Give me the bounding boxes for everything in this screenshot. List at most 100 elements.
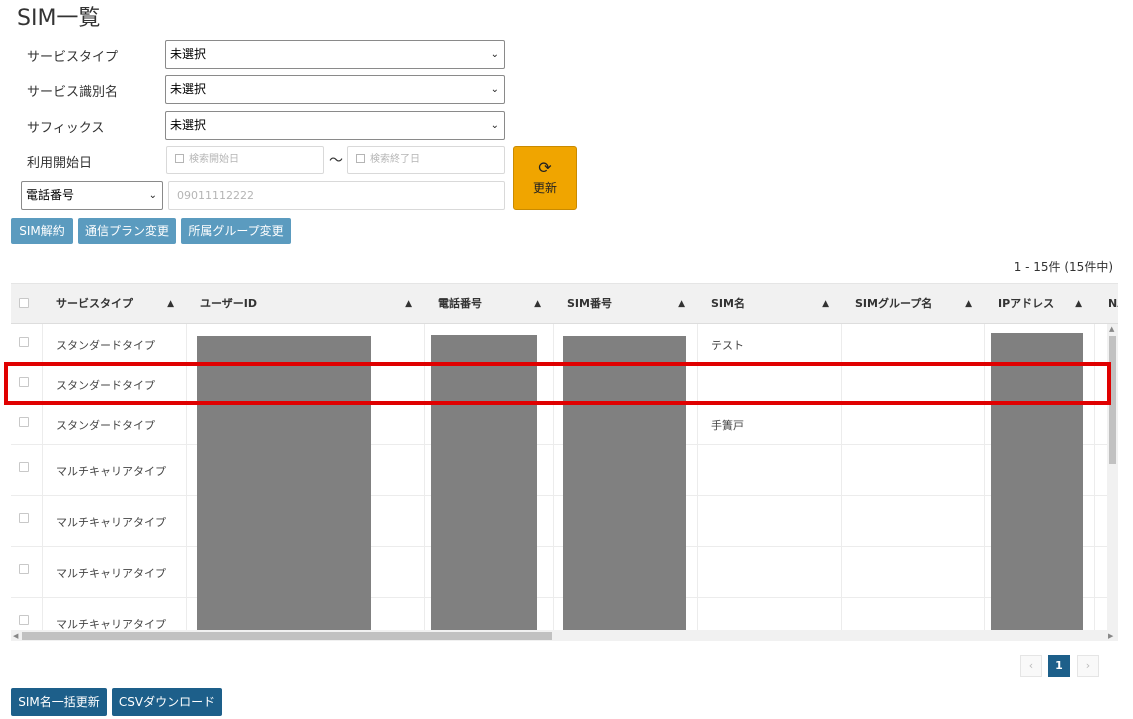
service-id-name-select[interactable]: 未選択 ⌄: [165, 75, 505, 104]
row-checkbox[interactable]: [19, 337, 29, 347]
row-checkbox[interactable]: [19, 462, 29, 472]
table-row[interactable]: マルチキャリアタイプ: [11, 547, 1108, 598]
column-header-label: ユーザーID: [200, 297, 258, 310]
sim-table: サービスタイプ ▲ ユーザーID ▲ 電話番号 ▲ SIM番号 ▲ SIM名 ▲…: [11, 283, 1118, 641]
calendar-icon: [356, 154, 365, 163]
bulk-rename-button[interactable]: SIM名一括更新: [11, 688, 107, 716]
start-date-label: 利用開始日: [27, 156, 93, 171]
date-range-separator: ～: [329, 153, 343, 169]
table-header: サービスタイプ ▲ ユーザーID ▲ 電話番号 ▲ SIM番号 ▲ SIM名 ▲…: [11, 284, 1118, 324]
redacted-phone: [431, 335, 537, 630]
search-field-select[interactable]: 電話番号 ⌄: [21, 181, 163, 210]
column-divider: [1094, 324, 1095, 641]
suffix-value: 未選択: [170, 118, 207, 132]
service-id-name-label: サービス識別名: [27, 85, 119, 100]
sort-asc-icon: ▲: [822, 299, 829, 309]
column-header-sim-group[interactable]: SIMグループ名 ▲: [841, 284, 984, 324]
column-header-phone[interactable]: 電話番号 ▲: [424, 284, 553, 324]
calendar-icon: [175, 154, 184, 163]
row-checkbox[interactable]: [19, 377, 29, 387]
column-header-label: SIMグループ名: [855, 297, 933, 310]
select-all-checkbox[interactable]: [19, 298, 29, 308]
table-row[interactable]: スタンダードタイプ テスト: [11, 324, 1108, 364]
column-header-label: SIM番号: [567, 297, 612, 310]
row-checkbox[interactable]: [19, 417, 29, 427]
next-page-button[interactable]: ›: [1077, 655, 1099, 677]
column-header-service-type[interactable]: サービスタイプ ▲: [42, 284, 186, 324]
table-row[interactable]: マルチキャリアタイプ: [11, 496, 1108, 547]
service-type-cell: スタンダードタイプ: [56, 419, 155, 432]
start-date-from-input[interactable]: 検索開始日: [166, 146, 324, 174]
column-header-label: NA: [1108, 297, 1118, 310]
suffix-select[interactable]: 未選択 ⌄: [165, 111, 505, 140]
scroll-left-icon[interactable]: ◀: [13, 632, 18, 640]
chevron-down-icon: ⌄: [148, 190, 157, 201]
sort-asc-icon: ▲: [965, 299, 972, 309]
redacted-ip-address: [991, 333, 1083, 630]
column-divider: [424, 324, 425, 641]
table-row[interactable]: スタンダードタイプ: [11, 364, 1108, 404]
service-type-label: サービスタイプ: [27, 50, 119, 65]
chevron-down-icon: ⌄: [490, 49, 499, 60]
column-header-label: サービスタイプ: [56, 297, 133, 310]
phone-search-input[interactable]: 09011112222: [168, 181, 505, 210]
table-row[interactable]: マルチキャリアタイプ: [11, 445, 1108, 496]
csv-download-button[interactable]: CSVダウンロード: [112, 688, 222, 716]
sort-asc-icon: ▲: [167, 299, 174, 309]
service-type-cell: マルチキャリアタイプ: [56, 567, 166, 580]
search-field-value: 電話番号: [26, 188, 75, 202]
redacted-user-id: [197, 336, 371, 630]
column-divider: [697, 324, 698, 641]
group-change-button[interactable]: 所属グループ変更: [181, 218, 291, 244]
sort-asc-icon: ▲: [405, 299, 412, 309]
refresh-button[interactable]: ⟳ 更新: [513, 146, 577, 210]
row-checkbox[interactable]: [19, 615, 29, 625]
refresh-icon: ⟳: [538, 158, 552, 177]
row-checkbox[interactable]: [19, 513, 29, 523]
chevron-down-icon: ⌄: [490, 84, 499, 95]
horizontal-scroll-thumb[interactable]: [22, 632, 552, 640]
service-type-cell: マルチキャリアタイプ: [56, 516, 166, 529]
service-type-cell: マルチキャリアタイプ: [56, 465, 166, 478]
prev-page-button[interactable]: ‹: [1020, 655, 1042, 677]
sort-asc-icon: ▲: [534, 299, 541, 309]
table-row[interactable]: スタンダードタイプ 手簀戸: [11, 404, 1108, 445]
service-id-name-value: 未選択: [170, 82, 207, 96]
chevron-down-icon: ⌄: [490, 120, 499, 131]
scroll-right-icon[interactable]: ▶: [1108, 632, 1113, 640]
refresh-label: 更新: [532, 181, 557, 195]
column-header-label: SIM名: [711, 297, 745, 310]
column-header-user-id[interactable]: ユーザーID ▲: [186, 284, 424, 324]
start-date-from-placeholder: 検索開始日: [189, 154, 239, 165]
column-divider: [553, 324, 554, 641]
scroll-up-icon[interactable]: ▲: [1109, 325, 1114, 333]
sort-asc-icon: ▲: [1075, 299, 1082, 309]
column-header-sim-name[interactable]: SIM名 ▲: [697, 284, 841, 324]
column-header-truncated[interactable]: NA: [1094, 284, 1118, 324]
service-type-select[interactable]: 未選択 ⌄: [165, 40, 505, 69]
vertical-scrollbar[interactable]: ▲: [1107, 324, 1118, 630]
result-count: 1 - 15件 (15件中): [1013, 260, 1113, 274]
column-divider: [186, 324, 187, 641]
horizontal-scrollbar[interactable]: ◀ ▶: [11, 630, 1118, 641]
column-divider: [841, 324, 842, 641]
column-header-ip-address[interactable]: IPアドレス ▲: [984, 284, 1094, 324]
page-title: SIM一覧: [17, 6, 101, 31]
current-page-button[interactable]: 1: [1048, 655, 1070, 677]
sim-cancel-button[interactable]: SIM解約: [11, 218, 73, 244]
start-date-to-placeholder: 検索終了日: [370, 154, 420, 165]
start-date-to-input[interactable]: 検索終了日: [347, 146, 505, 174]
column-header-label: 電話番号: [438, 297, 482, 310]
column-divider: [984, 324, 985, 641]
row-checkbox[interactable]: [19, 564, 29, 574]
service-type-cell: スタンダードタイプ: [56, 339, 155, 352]
plan-change-button[interactable]: 通信プラン変更: [78, 218, 176, 244]
column-header-label: IPアドレス: [998, 297, 1055, 310]
service-type-cell: スタンダードタイプ: [56, 379, 155, 392]
service-type-value: 未選択: [170, 47, 207, 61]
suffix-label: サフィックス: [27, 121, 105, 136]
redacted-sim-number: [563, 336, 686, 630]
column-header-sim-number[interactable]: SIM番号 ▲: [553, 284, 697, 324]
vertical-scroll-thumb[interactable]: [1109, 336, 1116, 464]
sim-name-cell: テスト: [711, 339, 744, 352]
